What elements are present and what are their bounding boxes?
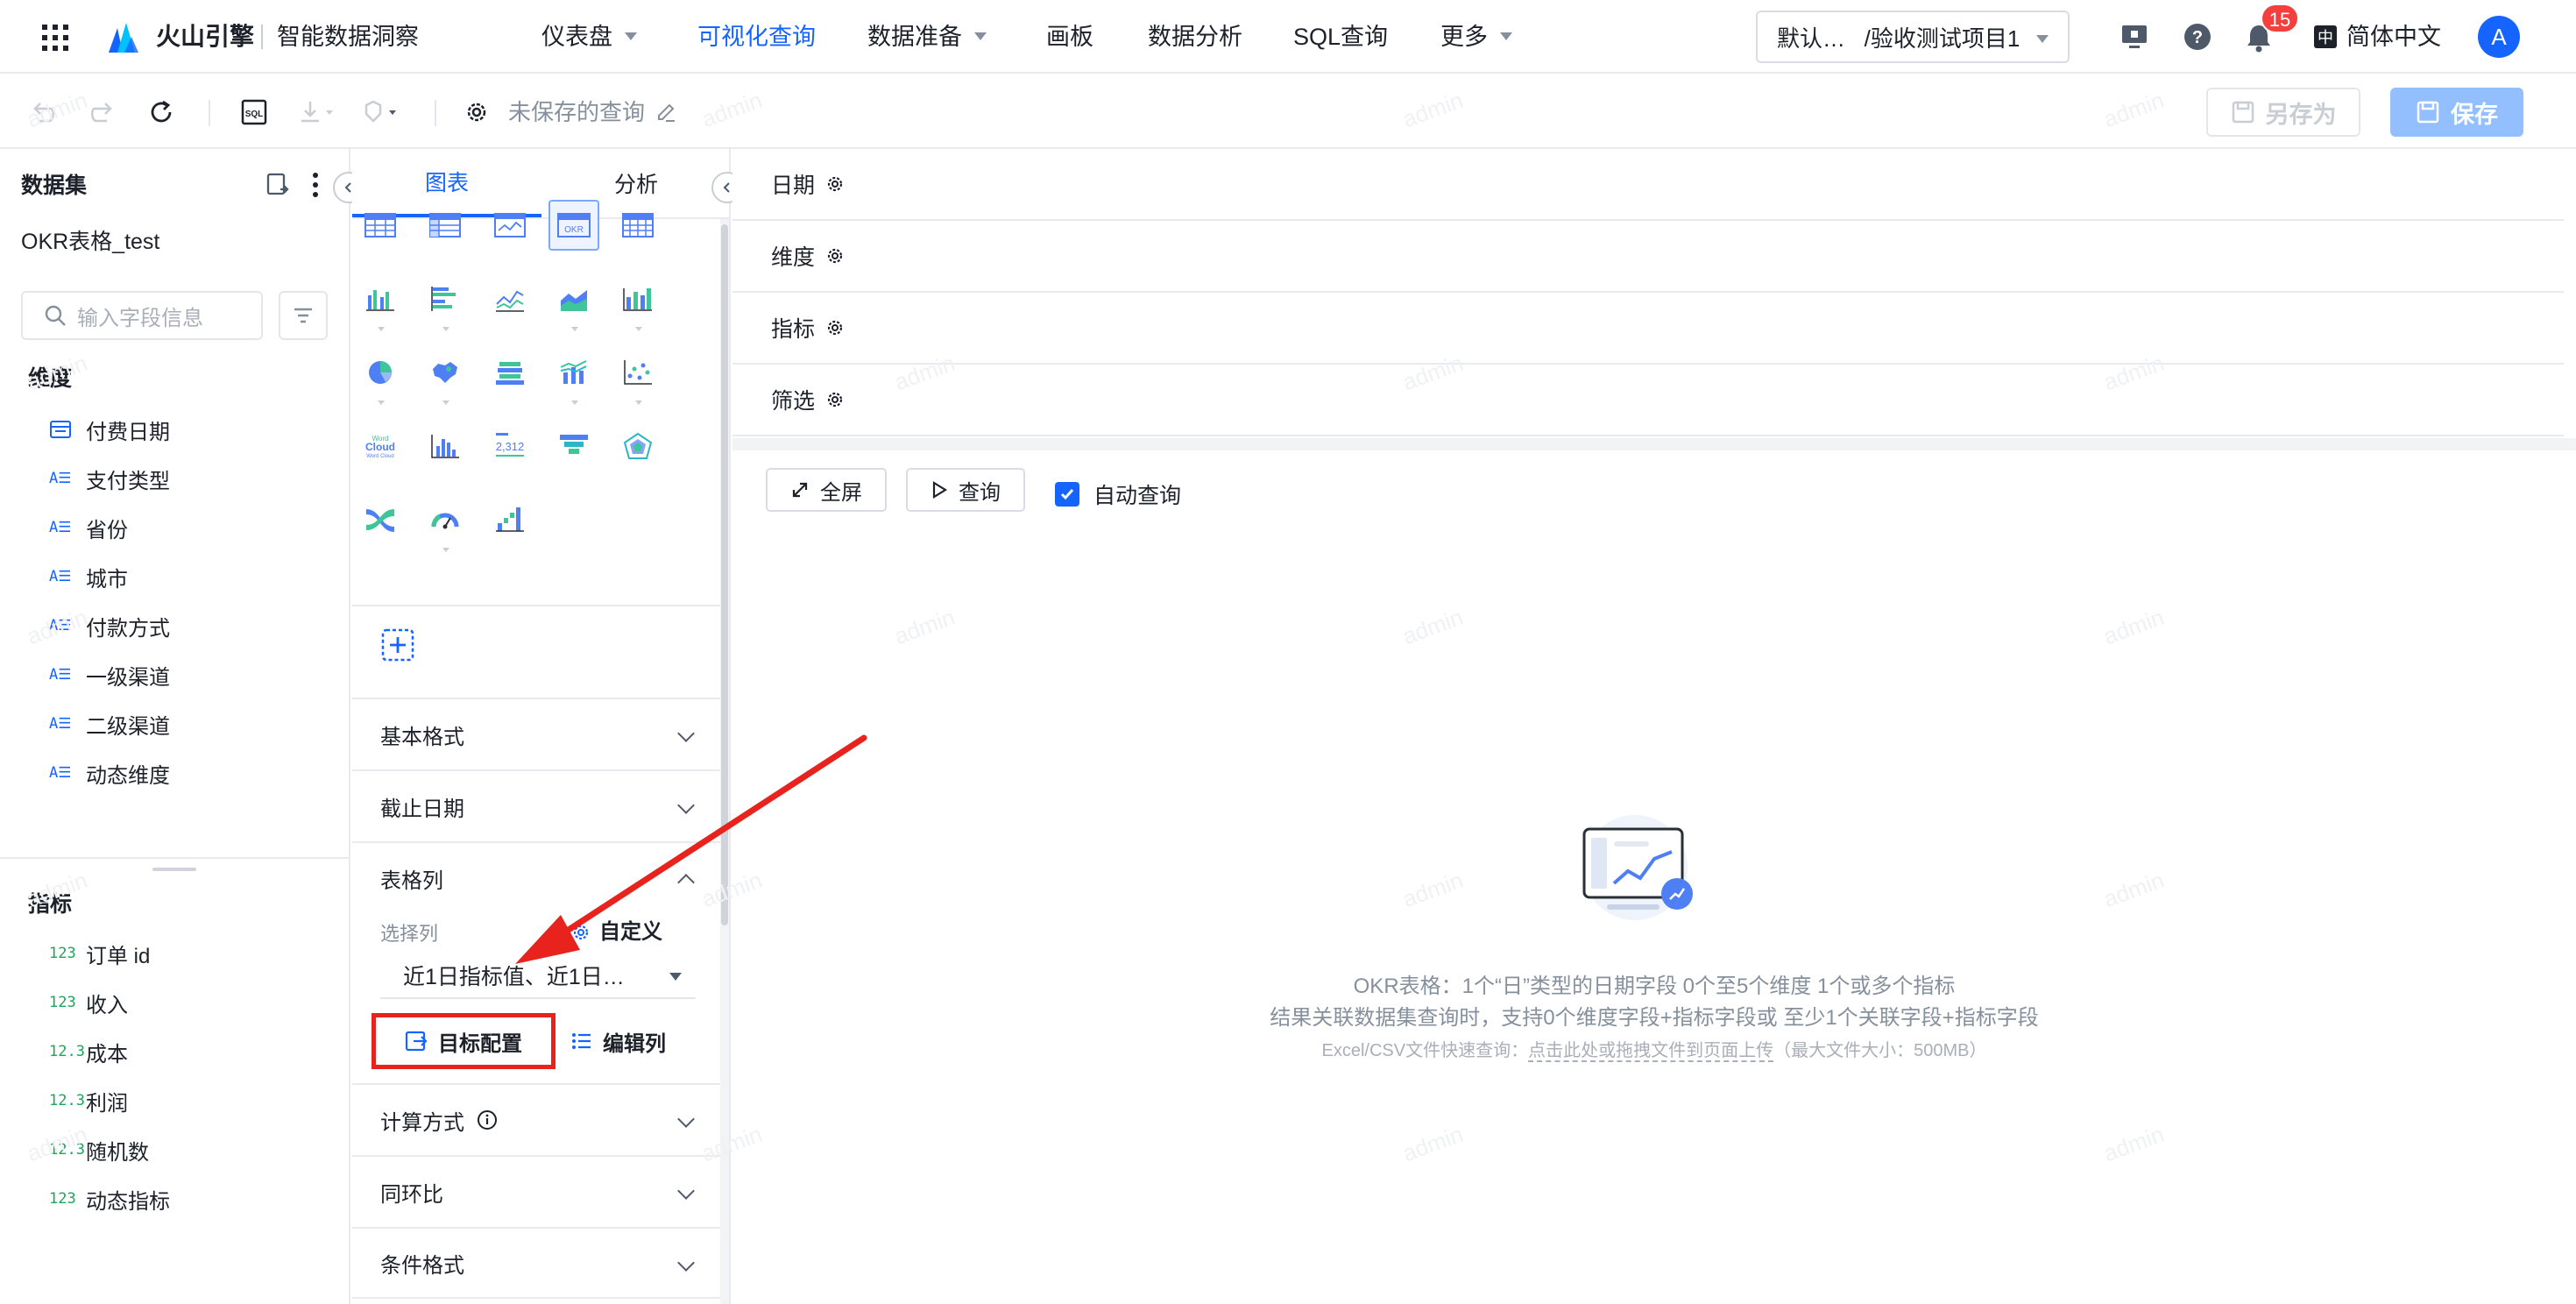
annotation-arrow <box>515 734 867 964</box>
